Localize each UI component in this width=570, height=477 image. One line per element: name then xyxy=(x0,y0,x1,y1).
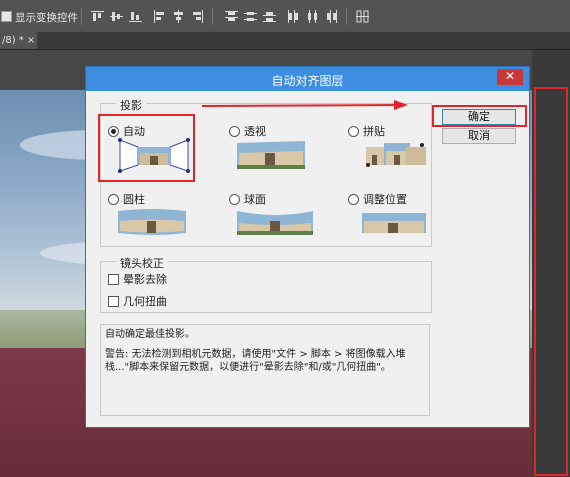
auto-align-icon[interactable] xyxy=(356,10,369,23)
geometric-distortion-label: 几何扭曲 xyxy=(123,295,167,308)
radio-cylindrical[interactable]: 圆柱 xyxy=(108,191,145,207)
radio-reposition-label: 调整位置 xyxy=(363,193,407,206)
projection-group-label: 投影 xyxy=(116,97,146,113)
message-line2: 警告: 无法检测到相机元数据，请使用"文件 > 脚本 > 将图像载入堆栈..."… xyxy=(105,349,406,373)
cylindrical-thumbnail xyxy=(118,209,186,235)
annotation-arrow-icon xyxy=(202,100,408,110)
radio-perspective-dot[interactable] xyxy=(229,125,240,137)
radio-perspective-label: 透视 xyxy=(244,125,266,138)
geometric-distortion-box[interactable] xyxy=(108,295,119,307)
distribute-left-icon[interactable] xyxy=(287,10,300,23)
highlight-ok-button xyxy=(432,105,527,127)
align-left-edges-icon[interactable] xyxy=(153,10,166,23)
geometric-distortion-checkbox[interactable]: 几何扭曲 xyxy=(108,293,167,309)
spherical-thumbnail xyxy=(237,211,313,235)
radio-collage[interactable]: 拼贴 xyxy=(348,123,385,139)
document-tab[interactable]: /8) * × xyxy=(0,32,37,49)
distribute-top-icon[interactable] xyxy=(225,10,238,23)
close-icon[interactable]: ✕ xyxy=(497,69,523,85)
distribute-hcenter-icon[interactable] xyxy=(306,10,319,23)
document-tab-bar: /8) * × xyxy=(0,32,570,50)
distribute-vcenter-icon[interactable] xyxy=(244,10,257,23)
align-bottom-edges-icon[interactable] xyxy=(129,10,142,23)
align-horizontal-centers-icon[interactable] xyxy=(172,10,185,23)
radio-spherical[interactable]: 球面 xyxy=(229,191,266,207)
auto-align-layers-dialog: 自动对齐图层 ✕ 投影 自动 透视 拼贴 圆柱 球面 调整位置 镜头校正 晕影去… xyxy=(85,66,530,428)
dialog-titlebar[interactable]: 自动对齐图层 ✕ xyxy=(86,67,529,91)
radio-cylindrical-dot[interactable] xyxy=(108,193,119,205)
distribute-bottom-icon[interactable] xyxy=(263,10,276,23)
radio-spherical-label: 球面 xyxy=(244,193,266,206)
align-vertical-centers-icon[interactable] xyxy=(110,10,123,23)
tab-close-icon[interactable]: × xyxy=(27,35,35,46)
highlight-auto-option xyxy=(98,114,195,182)
show-transform-controls-checkbox[interactable] xyxy=(1,11,12,22)
radio-spherical-dot[interactable] xyxy=(229,193,240,205)
options-bar: 显示变换控件 xyxy=(0,0,570,33)
distribute-right-icon[interactable] xyxy=(325,10,338,23)
align-right-edges-icon[interactable] xyxy=(191,10,204,23)
radio-cylindrical-label: 圆柱 xyxy=(123,193,145,206)
align-top-edges-icon[interactable] xyxy=(91,10,104,23)
radio-collage-label: 拼贴 xyxy=(363,125,385,138)
radio-collage-dot[interactable] xyxy=(348,125,359,137)
document-tab-label: /8) * xyxy=(2,35,24,46)
reposition-thumbnail xyxy=(362,213,426,233)
message-box: 自动确定最佳投影。 警告: 无法检测到相机元数据，请使用"文件 > 脚本 > 将… xyxy=(100,324,430,416)
vignette-removal-box[interactable] xyxy=(108,273,119,285)
radio-reposition-dot[interactable] xyxy=(348,193,359,205)
cancel-button[interactable]: 取消 xyxy=(442,128,516,144)
message-line1: 自动确定最佳投影。 xyxy=(105,329,195,340)
vignette-removal-label: 晕影去除 xyxy=(123,273,167,286)
vignette-removal-checkbox[interactable]: 晕影去除 xyxy=(108,271,167,287)
highlight-box-right xyxy=(534,87,568,476)
lens-correction-label: 镜头校正 xyxy=(116,255,168,271)
radio-reposition[interactable]: 调整位置 xyxy=(348,191,407,207)
radio-perspective[interactable]: 透视 xyxy=(229,123,266,139)
show-transform-controls-label: 显示变换控件 xyxy=(15,12,78,24)
collage-thumbnail xyxy=(366,143,426,167)
perspective-thumbnail xyxy=(237,141,305,169)
dialog-title: 自动对齐图层 xyxy=(271,74,344,88)
